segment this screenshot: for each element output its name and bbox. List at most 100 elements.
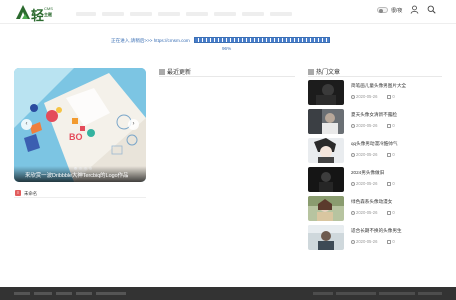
hot-article-item[interactable]: 绿色森系头像动漫女 2020-05-26 0 bbox=[308, 196, 442, 222]
logo-cms-text: CMS bbox=[44, 6, 53, 11]
hot-article-comments: 0 bbox=[392, 239, 395, 244]
comment-icon bbox=[387, 124, 392, 128]
hot-article-comments: 0 bbox=[392, 210, 395, 215]
hot-article-thumbnail[interactable] bbox=[308, 138, 344, 163]
hot-article-thumbnail[interactable] bbox=[308, 80, 344, 105]
hot-article-date: 2020-05-26 bbox=[356, 239, 378, 244]
hot-article-meta: 2020-05-26 0 bbox=[351, 123, 395, 128]
thumb-image bbox=[308, 138, 344, 163]
hot-article-meta: 2020-05-26 0 bbox=[351, 94, 395, 99]
redirect-progress-bar bbox=[194, 37, 330, 43]
thumb-image bbox=[308, 167, 344, 192]
hot-article-thumbnail[interactable] bbox=[308, 225, 344, 250]
nav-item[interactable] bbox=[214, 12, 236, 16]
thumb-image bbox=[308, 196, 344, 221]
nav-item[interactable] bbox=[186, 12, 208, 16]
user-icon[interactable] bbox=[410, 5, 419, 14]
comment-icon bbox=[387, 95, 392, 99]
hot-article-date: 2020-05-26 bbox=[356, 94, 378, 99]
nav-item[interactable] bbox=[130, 12, 152, 16]
logo-main-text: 轻 bbox=[31, 9, 45, 24]
hot-article-thumbnail[interactable] bbox=[308, 167, 344, 192]
featured-slider[interactable]: BO ‹ › 来欣赏一波Dribbble大神Tercbiq的Logo作品 bbox=[14, 68, 146, 182]
footer-links bbox=[14, 292, 126, 295]
footer-link[interactable] bbox=[34, 292, 52, 295]
hot-article-thumbnail[interactable] bbox=[308, 109, 344, 134]
slide-caption-overlay: 来欣赏一波Dribbble大神Tercbiq的Logo作品 bbox=[14, 166, 146, 182]
logo-sub-text: 主题 bbox=[44, 12, 52, 17]
footer-text bbox=[418, 292, 442, 295]
clock-icon bbox=[351, 94, 355, 99]
hot-article-date: 2020-05-26 bbox=[356, 123, 378, 128]
hot-article-meta: 2020-05-26 0 bbox=[351, 181, 395, 186]
hot-article-item[interactable]: 2024男头像做旧 2020-05-26 0 bbox=[308, 167, 442, 193]
footer-link[interactable] bbox=[14, 292, 30, 295]
latest-divider bbox=[159, 76, 295, 77]
thumb-image bbox=[308, 109, 344, 134]
svg-text:BO: BO bbox=[69, 132, 83, 142]
nav-item[interactable] bbox=[76, 12, 96, 16]
dark-mode-toggle[interactable] bbox=[377, 7, 388, 13]
nav-item[interactable] bbox=[102, 12, 124, 16]
footer-text bbox=[313, 292, 333, 295]
main-nav bbox=[76, 12, 292, 16]
hot-article-date: 2020-05-26 bbox=[356, 181, 378, 186]
hot-article-meta: 2020-05-26 0 bbox=[351, 210, 395, 215]
hot-article-title[interactable]: qq头像男动漫冷酷帅气 bbox=[351, 141, 397, 147]
hot-article-date: 2020-05-26 bbox=[356, 210, 378, 215]
hot-article-comments: 0 bbox=[392, 123, 395, 128]
clock-icon bbox=[351, 123, 355, 128]
slide-image: BO bbox=[14, 68, 146, 182]
footer-link[interactable] bbox=[56, 292, 72, 295]
slider-prev-button[interactable]: ‹ bbox=[21, 119, 32, 130]
nav-item[interactable] bbox=[270, 12, 292, 16]
clock-icon bbox=[351, 210, 355, 215]
clock-icon bbox=[351, 181, 355, 186]
thumb-image bbox=[308, 225, 344, 250]
site-header: 轻 CMS 主题 很/夜 bbox=[0, 0, 456, 24]
hot-article-title[interactable]: 简笔画儿童头像男图片大全 bbox=[351, 83, 406, 89]
mode-label: 很/夜 bbox=[391, 8, 403, 14]
list-icon bbox=[159, 69, 165, 75]
comment-icon bbox=[387, 211, 392, 215]
search-icon[interactable] bbox=[427, 5, 436, 14]
nav-item[interactable] bbox=[158, 12, 180, 16]
footer-text bbox=[336, 292, 376, 295]
hot-article-comments: 0 bbox=[392, 94, 395, 99]
footer-link[interactable] bbox=[96, 292, 126, 295]
comment-icon bbox=[387, 153, 392, 157]
hot-article-comments: 0 bbox=[392, 152, 395, 157]
logo-mark-icon bbox=[16, 5, 30, 19]
hot-section-title: 热门文章 bbox=[308, 67, 340, 76]
hot-article-title[interactable]: 夏天头像女清新不露脸 bbox=[351, 112, 397, 118]
hot-article-item[interactable]: 夏天头像女清新不露脸 2020-05-26 0 bbox=[308, 109, 442, 135]
hot-article-title[interactable]: 适合长期不换的头像男生 bbox=[351, 228, 402, 234]
section-mark-icon: ≡ bbox=[15, 190, 21, 196]
hot-article-title[interactable]: 绿色森系头像动漫女 bbox=[351, 199, 392, 205]
nav-item[interactable] bbox=[242, 12, 264, 16]
hot-article-date: 2020-05-26 bbox=[356, 152, 378, 157]
clock-icon bbox=[351, 152, 355, 157]
slider-next-button[interactable]: › bbox=[128, 119, 139, 130]
hot-article-item[interactable]: qq头像男动漫冷酷帅气 2020-05-26 0 bbox=[308, 138, 442, 164]
footer-text bbox=[379, 292, 415, 295]
hot-article-item[interactable]: 适合长期不换的头像男生 2020-05-26 0 bbox=[308, 225, 442, 251]
hot-article-meta: 2020-05-26 0 bbox=[351, 152, 395, 157]
clock-icon bbox=[351, 239, 355, 244]
redirect-text: 正在进入,请稍后>>> https://cmsm.com bbox=[111, 38, 190, 43]
redirect-percent: 96% bbox=[222, 46, 232, 51]
hot-article-meta: 2020-05-26 0 bbox=[351, 239, 395, 244]
comment-icon bbox=[387, 240, 392, 244]
latest-section-title: 最近更新 bbox=[159, 67, 191, 76]
comment-icon bbox=[387, 182, 392, 186]
small-section-header: ≡ 未命名 bbox=[14, 189, 146, 198]
site-logo[interactable]: 轻 CMS 主题 bbox=[14, 3, 54, 24]
hot-article-thumbnail[interactable] bbox=[308, 196, 344, 221]
slide-caption[interactable]: 来欣赏一波Dribbble大神Tercbiq的Logo作品 bbox=[25, 171, 128, 179]
hot-divider bbox=[308, 76, 442, 77]
footer-link[interactable] bbox=[76, 292, 92, 295]
hot-article-item[interactable]: 简笔画儿童头像男图片大全 2020-05-26 0 bbox=[308, 80, 442, 106]
hot-article-comments: 0 bbox=[392, 181, 395, 186]
site-footer bbox=[0, 287, 456, 300]
hot-article-title[interactable]: 2024男头像做旧 bbox=[351, 170, 384, 176]
